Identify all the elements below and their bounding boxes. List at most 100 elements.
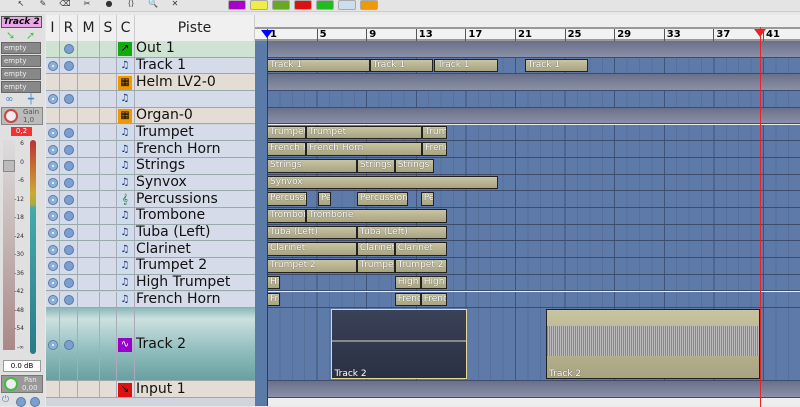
input-monitor-button[interactable] [48,127,58,138]
clip[interactable]: French Horn [394,292,421,307]
clip[interactable]: Trombone [306,209,447,223]
clip[interactable]: French Horn [267,142,307,156]
track-name[interactable]: Helm LV2-0 [136,74,216,90]
bus-icon[interactable] [272,0,290,10]
plugin-slot[interactable]: empty [1,68,41,80]
track-name[interactable]: Tuba (Left) [136,224,210,240]
cross-icon[interactable]: ✕ [166,0,184,10]
track-lane[interactable]: Trombone Trombone [267,208,800,225]
clip[interactable]: Trumpet [306,125,422,140]
clip[interactable]: Clarinet [267,242,357,257]
clip[interactable]: Trumpet 2 [267,259,357,273]
clip[interactable]: Strings [267,158,357,173]
track-row[interactable]: ↗ Out 1 [46,40,255,58]
record-button[interactable] [64,294,74,305]
track-row[interactable]: ♫ [46,91,255,108]
input-monitor-button[interactable] [48,194,58,205]
midi-icon[interactable] [338,0,356,10]
record-button[interactable] [64,61,74,72]
column-header-c[interactable]: C [117,15,135,41]
plugin-slot[interactable]: empty [1,55,41,67]
volume-value[interactable]: 0.0 dB [3,360,41,372]
track-row[interactable]: ♫ Clarinet [46,241,255,259]
track-name[interactable]: Percussions [136,191,218,207]
track-lane[interactable] [267,381,800,398]
clip[interactable]: Track 2 [331,309,467,380]
range-icon[interactable]: ⟨⟩ [122,0,140,10]
playhead[interactable] [759,27,761,407]
track-name[interactable]: Clarinet [136,241,191,257]
time-ruler[interactable]: 1 5 9 13 17 21 25 29 33 37 41 [255,27,800,41]
input-monitor-button[interactable] [48,61,58,72]
track-row[interactable]: ▦ Helm LV2-0 [46,74,255,92]
track-row[interactable]: ♫ Trumpet [46,124,255,142]
pan-knob[interactable]: Pan 0,00 [1,375,43,393]
clip[interactable]: Percussions [317,192,332,206]
track-lane[interactable]: Tuba (Left) Tuba (Left) [267,224,800,242]
track-name[interactable]: Strings [136,157,185,173]
clip[interactable]: Strings [356,158,395,173]
input-monitor-button[interactable] [48,177,58,188]
track-row[interactable]: ♫ French Horn [46,291,255,309]
record-button[interactable] [64,194,74,205]
record-button[interactable] [64,177,74,188]
track-name[interactable]: Out 1 [136,40,175,56]
plugin-slot[interactable]: empty [1,42,41,54]
eraser-icon[interactable]: ⌫ [56,0,74,10]
clip[interactable]: High Trumpet [420,275,447,290]
instrument-icon[interactable] [360,0,378,10]
track-row[interactable]: ♫ Synvox [46,174,255,192]
fader-icon[interactable]: ┿ [28,94,34,105]
clip[interactable]: High Trumpet [267,275,281,290]
clip[interactable]: Synvox [267,175,498,190]
column-header-s[interactable]: S [100,15,117,41]
clip[interactable]: Track 1 [267,58,370,73]
gain-knob[interactable]: Gain 1,0 [1,107,43,125]
select-icon[interactable]: ↖ [12,0,30,10]
track-lane[interactable] [267,107,800,125]
track-name[interactable]: Trumpet [136,124,194,140]
track-row[interactable]: 𝄞 Percussions [46,191,255,208]
track-row[interactable]: ♫ Track 1 [46,57,255,75]
clip[interactable]: Trumpet 2 [356,259,395,273]
clip[interactable]: Track 1 [434,58,498,73]
record-button[interactable] [64,144,74,155]
edit-head-marker[interactable] [261,30,273,38]
track-lane[interactable] [267,41,800,58]
clip[interactable]: Percussions [267,192,307,206]
track-row[interactable]: ♫ Strings [46,157,255,175]
track-lane[interactable]: Percussions Percussions Percussions Percuss… [267,191,800,208]
input-monitor-button[interactable] [48,228,58,239]
track-row[interactable]: ♫ French Horn [46,141,255,158]
clip[interactable]: Clarinet [394,242,447,257]
column-header-r[interactable]: R [60,15,78,41]
track-name[interactable]: Input 1 [136,381,186,397]
track-lane[interactable]: Synvox [267,174,800,192]
input-monitor-button[interactable] [48,339,58,350]
track-name[interactable]: Track 2 [136,336,186,352]
record-button[interactable] [64,127,74,138]
clip[interactable]: Tuba (Left) [267,225,357,240]
playhead-marker[interactable] [753,29,766,37]
clip[interactable]: Strings [394,158,435,173]
track-name[interactable]: French Horn [136,291,220,307]
record-button[interactable] [64,244,74,255]
midi-track-icon[interactable] [250,0,268,10]
track-lane[interactable] [267,74,800,92]
input-monitor-button[interactable] [48,294,58,305]
pencil-icon[interactable]: ✎ [34,0,52,10]
track-row[interactable]: ♫ Tuba (Left) [46,224,255,242]
record-button[interactable] [64,339,74,350]
link-icon[interactable]: ∞ [5,94,13,105]
track-row[interactable]: ∿ Track 2 [46,308,255,382]
clip[interactable]: Tuba (Left) [356,225,447,240]
input-monitor-button[interactable] [48,244,58,255]
track-lane[interactable]: Strings Strings Strings [267,157,800,175]
track-lane[interactable]: TrumpetTrumpetTrumpet [267,124,800,142]
track-lane[interactable] [267,91,800,108]
track-name[interactable]: Track 1 [136,57,186,73]
clip[interactable]: French Horn [306,142,422,156]
track-row[interactable]: ♫ High Trumpet [46,274,255,292]
column-header-i[interactable]: I [46,15,60,41]
power-icon[interactable]: ⏻ [2,395,9,405]
